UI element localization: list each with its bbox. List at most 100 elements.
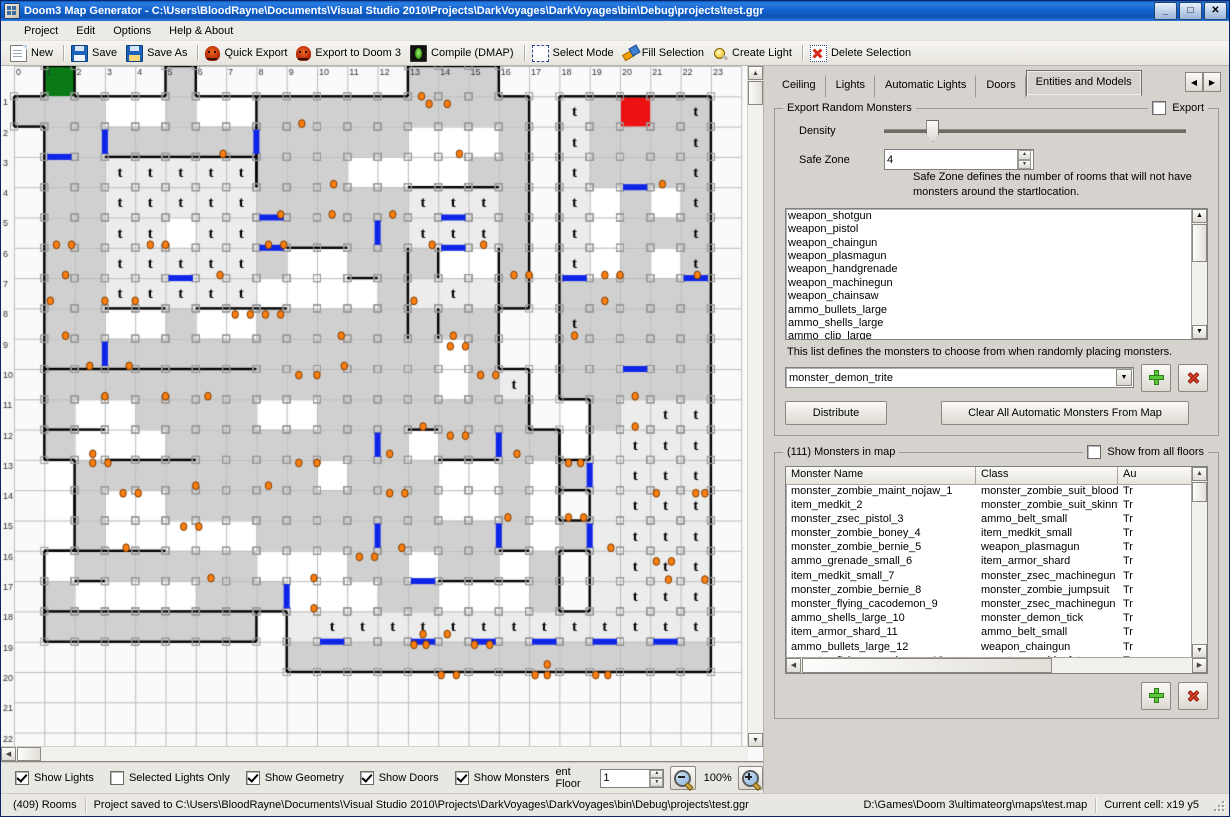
safezone-spin-buttons[interactable]: ▲ ▼ <box>1017 150 1031 169</box>
density-slider[interactable] <box>884 120 1186 142</box>
toolbar-export-doom3-button[interactable]: Export to Doom 3 <box>293 43 407 63</box>
monsters-scroll-up[interactable]: ▲ <box>1192 466 1207 481</box>
chevron-down-icon[interactable]: ▼ <box>1116 369 1132 387</box>
show-doors-option[interactable]: Show Doors <box>359 771 439 785</box>
menu-item-help-about[interactable]: Help & About <box>160 23 242 39</box>
zoom-out-button[interactable] <box>670 766 696 790</box>
entity-list-scroll-up[interactable]: ▲ <box>1192 208 1207 223</box>
toolbar-fill-selection-button[interactable]: Fill Selection <box>620 43 710 63</box>
toolbar-quick-export-button[interactable]: Quick Export <box>202 43 293 63</box>
tab-prev-button[interactable]: ◀ <box>1185 72 1203 92</box>
map-vertical-scrollbar[interactable]: ▲ ▼ <box>747 66 763 747</box>
monsters-table[interactable]: Monster Name Class Au monster_zombie_mai… <box>785 465 1208 674</box>
table-row[interactable]: ammo_grenade_small_6 item_armor_shard Tr <box>786 555 1207 569</box>
scroll-left-arrow[interactable]: ◀ <box>1 747 16 761</box>
table-row[interactable]: monster_zombie_maint_nojaw_1 monster_zomb… <box>786 485 1207 499</box>
safezone-spin-down[interactable]: ▼ <box>1018 159 1031 169</box>
clear-automatic-monsters-button[interactable]: Clear All Automatic Monsters From Map <box>941 400 1189 425</box>
monsters-scroll-down[interactable]: ▼ <box>1192 643 1207 658</box>
toolbar-create-light-button[interactable]: Create Light <box>710 43 798 63</box>
show-lights-checkbox[interactable] <box>15 771 29 785</box>
table-row[interactable]: item_medkit_2 monster_zombie_suit_skinny T… <box>786 499 1207 513</box>
zoom-in-button[interactable] <box>737 766 764 790</box>
entity-list-box[interactable]: weapon_shotgun weapon_pistol weapon_chaing… <box>785 207 1208 340</box>
entity-combo[interactable]: monster_demon_trite ▼ <box>785 367 1134 389</box>
current-floor-input[interactable] <box>601 769 650 787</box>
maximize-button[interactable]: □ <box>1179 2 1202 20</box>
show-geometry-option[interactable]: Show Geometry <box>245 771 344 785</box>
tab-entities-and-models[interactable]: Entities and Models <box>1025 70 1142 96</box>
monsters-table-body[interactable]: monster_zombie_maint_nojaw_1 monster_zomb… <box>786 485 1207 673</box>
show-lights-option[interactable]: Show Lights <box>15 771 94 785</box>
selected-lights-only-option[interactable]: Selected Lights Only <box>109 771 230 785</box>
toolbar-save-as-button[interactable]: Save As <box>123 43 193 63</box>
toolbar-compile-dmap-button[interactable]: Compile (DMAP) <box>407 43 520 63</box>
minimize-button[interactable]: _ <box>1154 2 1177 20</box>
menu-item-options[interactable]: Options <box>104 23 160 39</box>
table-row[interactable]: monster_zombie_bernie_5 weapon_plasmagun T… <box>786 541 1207 555</box>
safezone-spinner[interactable]: ▲ ▼ <box>884 149 1034 170</box>
table-row[interactable]: monster_zombie_bernie_8 monster_zombie_ju… <box>786 584 1207 598</box>
table-row[interactable]: monster_zombie_boney_4 item_medkit_small T… <box>786 527 1207 541</box>
show-geometry-checkbox[interactable] <box>245 771 260 785</box>
distribute-button[interactable]: Distribute <box>785 400 887 425</box>
column-header-class[interactable]: Class <box>976 466 1118 484</box>
show-all-floors-checkbox[interactable] <box>1087 444 1102 459</box>
add-monster-button[interactable] <box>1141 681 1171 710</box>
map-vscroll-thumb[interactable] <box>748 81 763 105</box>
menu-item-project[interactable]: Project <box>15 23 67 39</box>
table-row[interactable]: ammo_bullets_large_12 weapon_chaingun Tr <box>786 641 1207 655</box>
show-monsters-checkbox[interactable] <box>454 771 469 785</box>
toolbar-new-button[interactable]: New <box>7 43 59 63</box>
tab-lights[interactable]: Lights <box>825 75 875 98</box>
current-floor-spinner[interactable]: ▲ ▼ <box>600 768 665 788</box>
map-horizontal-scrollbar[interactable]: ◀ <box>1 746 748 761</box>
monsters-table-hscrollbar[interactable]: ◀ ▶ <box>786 656 1207 673</box>
safezone-spin-up[interactable]: ▲ <box>1018 150 1031 160</box>
table-row[interactable]: monster_zsec_pistol_3 ammo_belt_small Tr <box>786 513 1207 527</box>
export-checkbox[interactable] <box>1152 101 1167 115</box>
tab-automatic-lights[interactable]: Automatic Lights <box>875 75 977 98</box>
scroll-down-arrow[interactable]: ▼ <box>748 733 763 747</box>
entity-list-scrollbar[interactable]: ▲ ▼ <box>1191 208 1207 339</box>
tab-next-button[interactable]: ▶ <box>1203 72 1221 92</box>
list-item[interactable]: weapon_plasmagun <box>788 250 1191 263</box>
floor-spin-up[interactable]: ▲ <box>650 769 664 778</box>
monsters-scroll-right[interactable]: ▶ <box>1192 657 1207 673</box>
table-row[interactable]: item_armor_shard_11 ammo_belt_small Tr <box>786 626 1207 640</box>
entity-list-scroll-down[interactable]: ▼ <box>1192 324 1207 339</box>
table-row[interactable]: monster_flying_cacodemon_9 monster_zsec_m… <box>786 598 1207 612</box>
remove-monster-button[interactable] <box>1178 681 1208 710</box>
list-item[interactable]: weapon_pistol <box>788 223 1191 236</box>
list-item[interactable]: weapon_chaingun <box>788 237 1191 250</box>
toolbar-delete-selection-button[interactable]: Delete Selection <box>807 43 917 63</box>
table-row[interactable]: item_medkit_small_7 monster_zsec_machineg… <box>786 570 1207 584</box>
scroll-up-arrow[interactable]: ▲ <box>748 66 763 80</box>
resize-grip[interactable] <box>1211 798 1225 812</box>
show-all-floors-wrap[interactable]: Show from all floors <box>1083 444 1208 459</box>
list-item[interactable]: ammo_shells_large <box>788 317 1191 330</box>
close-button[interactable]: ✕ <box>1204 2 1227 20</box>
tab-ceiling[interactable]: Ceiling <box>772 75 826 98</box>
floor-spin-buttons[interactable]: ▲ ▼ <box>649 769 664 787</box>
safezone-input[interactable] <box>885 150 1017 169</box>
monsters-vscroll-thumb[interactable] <box>1192 481 1207 502</box>
map-viewport[interactable]: ▲ ▼ ◀ <box>1 66 763 762</box>
show-doors-checkbox[interactable] <box>359 771 374 785</box>
list-item[interactable]: weapon_shotgun <box>788 210 1191 223</box>
monsters-scroll-left[interactable]: ◀ <box>786 657 801 673</box>
toolbar-save-button[interactable]: Save <box>68 43 123 63</box>
floor-spin-down[interactable]: ▼ <box>650 778 664 787</box>
map-grid-canvas[interactable] <box>1 66 748 748</box>
column-header-monster-name[interactable]: Monster Name <box>786 466 976 484</box>
list-item[interactable]: weapon_machinegun <box>788 277 1191 290</box>
tab-doors[interactable]: Doors <box>976 75 1026 98</box>
list-item[interactable]: ammo_clip_large <box>788 330 1191 338</box>
selected-lights-only-checkbox[interactable] <box>109 771 124 785</box>
table-row[interactable]: ammo_shells_large_10 monster_demon_tick Tr <box>786 612 1207 626</box>
entity-list[interactable]: weapon_shotgun weapon_pistol weapon_chaing… <box>786 209 1191 339</box>
monsters-table-vscrollbar[interactable]: ▲ ▼ <box>1191 466 1207 658</box>
list-item[interactable]: weapon_handgrenade <box>788 263 1191 276</box>
toolbar-select-mode-button[interactable]: Select Mode <box>529 43 620 63</box>
list-item[interactable]: weapon_chainsaw <box>788 290 1191 303</box>
